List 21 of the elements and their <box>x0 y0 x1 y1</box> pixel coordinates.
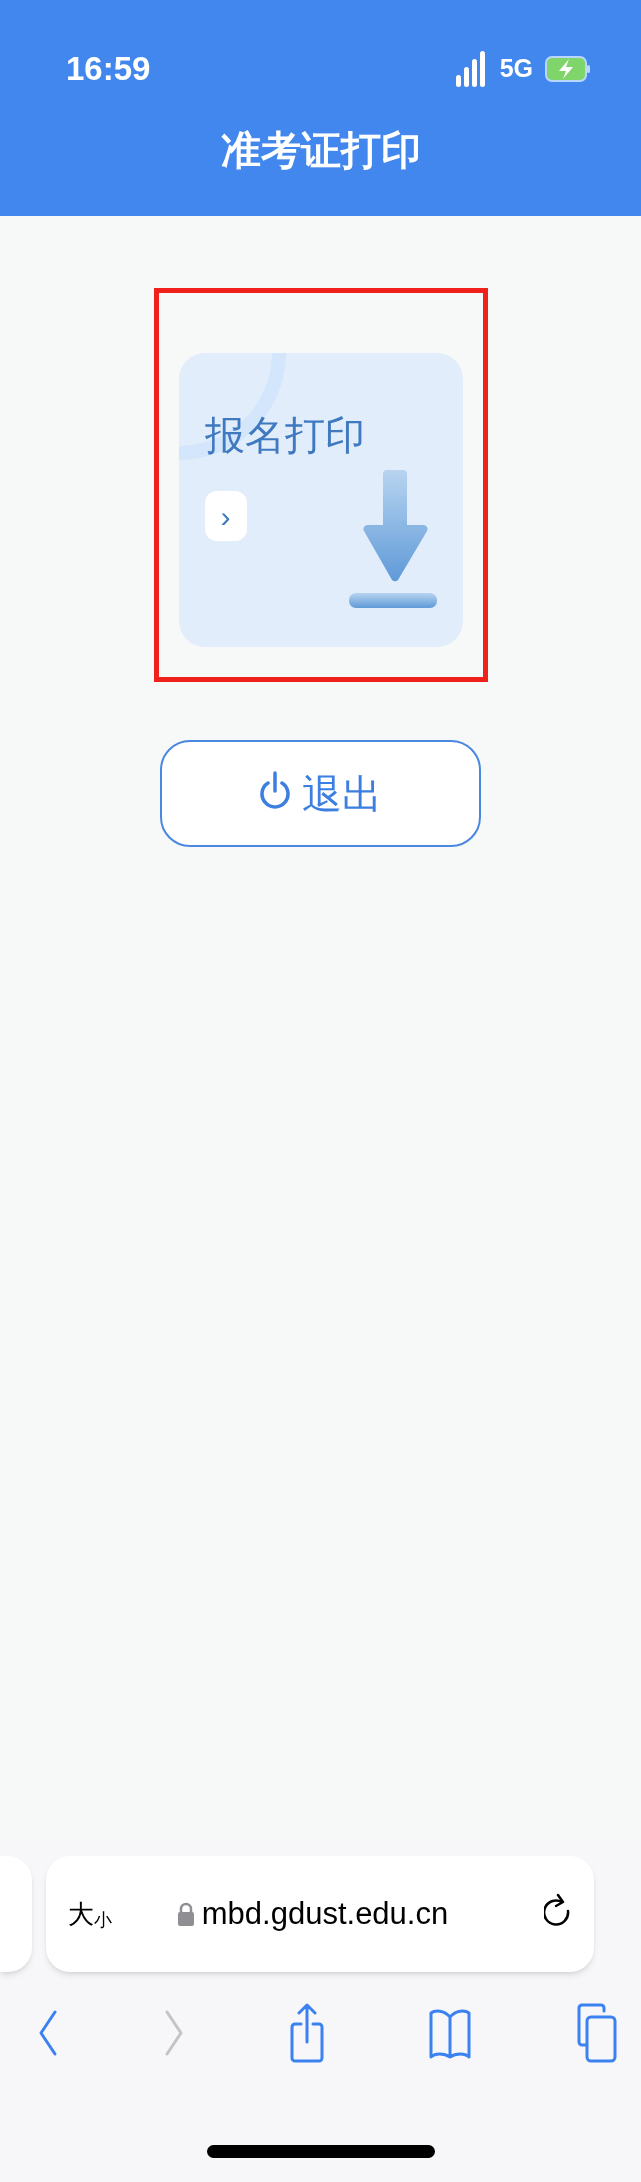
network-label: 5G <box>499 53 533 84</box>
back-icon <box>38 2009 58 2057</box>
download-icon <box>346 470 439 610</box>
tabs-icon <box>577 2003 617 2063</box>
battery-icon <box>545 55 591 82</box>
share-icon <box>289 2002 324 2064</box>
book-icon <box>429 2007 472 2059</box>
lock-icon <box>177 1902 194 1926</box>
exit-button[interactable]: 退出 <box>160 740 481 847</box>
print-card[interactable]: 报名打印 › <box>178 353 463 647</box>
status-time: 16:59 <box>66 49 151 89</box>
forward-icon <box>163 2009 184 2057</box>
page-title: 准考证打印 <box>220 126 421 174</box>
toolbar-button[interactable] <box>38 2009 58 2057</box>
toolbar-button[interactable] <box>429 2007 472 2059</box>
signal-icon <box>455 50 488 87</box>
toolbar-button[interactable] <box>577 2003 617 2063</box>
url-text: mbd.gdust.edu.cn <box>201 1894 449 1933</box>
toolbar-button[interactable] <box>289 2002 324 2064</box>
card-title: 报名打印 <box>204 412 365 459</box>
arrow-button[interactable]: › <box>204 491 247 541</box>
